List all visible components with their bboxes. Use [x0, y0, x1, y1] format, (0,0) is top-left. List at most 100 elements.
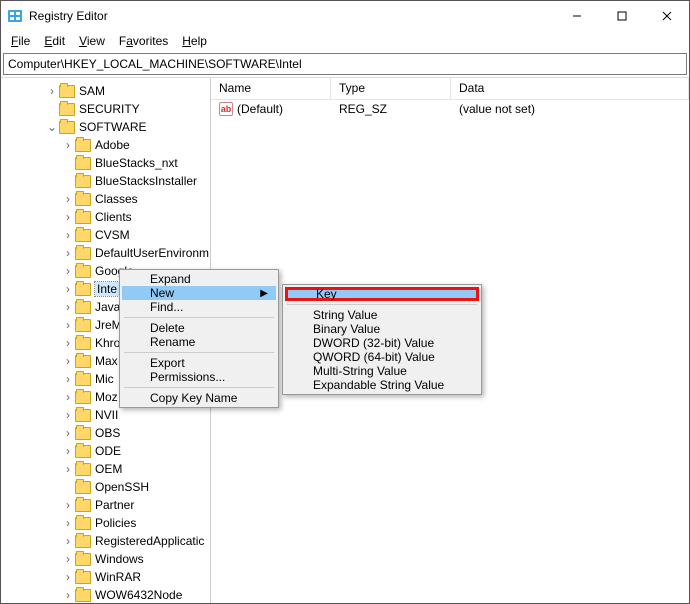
- column-type[interactable]: Type: [331, 78, 451, 99]
- folder-icon: [59, 121, 75, 134]
- submenu-string-value[interactable]: String Value: [285, 308, 479, 322]
- submenu-qword-value[interactable]: QWORD (64-bit) Value: [285, 350, 479, 364]
- chevron-right-icon[interactable]: ›: [61, 534, 75, 548]
- tree-node[interactable]: ›WOW6432Node: [3, 586, 210, 603]
- value-data: (value not set): [451, 102, 689, 116]
- chevron-right-icon[interactable]: ›: [61, 246, 75, 260]
- chevron-right-icon[interactable]: ›: [61, 588, 75, 602]
- separator: [287, 304, 477, 305]
- tree-node[interactable]: ›Windows: [3, 550, 210, 568]
- chevron-right-icon[interactable]: ›: [61, 516, 75, 530]
- tree-node[interactable]: ›RegisteredApplicatic: [3, 532, 210, 550]
- chevron-right-icon[interactable]: ›: [61, 372, 75, 386]
- titlebar: Registry Editor: [1, 1, 689, 31]
- folder-icon: [75, 445, 91, 458]
- tree-node[interactable]: ›OBS: [3, 424, 210, 442]
- ctx-new[interactable]: New▶: [122, 286, 276, 300]
- chevron-right-icon[interactable]: ›: [61, 570, 75, 584]
- menu-edit[interactable]: Edit: [38, 32, 71, 50]
- tree-node[interactable]: ›SAM: [3, 82, 210, 100]
- column-data[interactable]: Data: [451, 78, 689, 99]
- chevron-right-icon[interactable]: ›: [61, 300, 75, 314]
- context-menu: Expand New▶ Find... Delete Rename Export…: [119, 269, 279, 408]
- folder-icon: [75, 229, 91, 242]
- ctx-expand[interactable]: Expand: [122, 272, 276, 286]
- tree-node[interactable]: BlueStacks_nxt: [3, 154, 210, 172]
- ctx-export[interactable]: Export: [122, 356, 276, 370]
- folder-icon: [75, 517, 91, 530]
- chevron-right-icon[interactable]: ›: [61, 282, 75, 296]
- ctx-rename[interactable]: Rename: [122, 335, 276, 349]
- value-name: (Default): [237, 102, 283, 116]
- folder-icon: [75, 499, 91, 512]
- tree-node[interactable]: BlueStacksInstaller: [3, 172, 210, 190]
- folder-icon: [75, 283, 91, 296]
- folder-icon: [75, 373, 91, 386]
- ctx-copy-key-name[interactable]: Copy Key Name: [122, 391, 276, 405]
- chevron-right-icon[interactable]: ›: [61, 228, 75, 242]
- tree-node[interactable]: ›Partner: [3, 496, 210, 514]
- tree-node[interactable]: ›ODE: [3, 442, 210, 460]
- column-name[interactable]: Name: [211, 78, 331, 99]
- chevron-down-icon[interactable]: ⌄: [45, 120, 59, 134]
- chevron-right-icon[interactable]: ›: [61, 426, 75, 440]
- tree-node[interactable]: ›Classes: [3, 190, 210, 208]
- chevron-right-icon[interactable]: ›: [61, 138, 75, 152]
- minimize-button[interactable]: [554, 1, 599, 31]
- chevron-right-icon[interactable]: ›: [61, 336, 75, 350]
- tree-node[interactable]: ›WinRAR: [3, 568, 210, 586]
- submenu-binary-value[interactable]: Binary Value: [285, 322, 479, 336]
- folder-icon: [59, 85, 75, 98]
- list-row[interactable]: ab(Default) REG_SZ (value not set): [211, 100, 689, 118]
- chevron-right-icon[interactable]: ›: [61, 354, 75, 368]
- chevron-right-icon[interactable]: ›: [61, 462, 75, 476]
- tree-node[interactable]: ›CVSM: [3, 226, 210, 244]
- chevron-right-icon[interactable]: ›: [61, 444, 75, 458]
- tree-node[interactable]: ›DefaultUserEnvironm: [3, 244, 210, 262]
- separator: [124, 352, 274, 353]
- chevron-right-icon[interactable]: ›: [61, 390, 75, 404]
- folder-icon: [75, 355, 91, 368]
- chevron-right-icon: ▶: [260, 288, 268, 299]
- menu-favorites[interactable]: Favorites: [113, 32, 174, 50]
- tree-node[interactable]: ›OEM: [3, 460, 210, 478]
- chevron-right-icon[interactable]: ›: [61, 264, 75, 278]
- submenu-key[interactable]: Key: [285, 287, 479, 301]
- menubar: File Edit View Favorites Help: [1, 31, 689, 51]
- tree-node[interactable]: ›Policies: [3, 514, 210, 532]
- tree-node[interactable]: ›Adobe: [3, 136, 210, 154]
- chevron-right-icon[interactable]: ›: [61, 210, 75, 224]
- close-button[interactable]: [644, 1, 689, 31]
- submenu-dword-value[interactable]: DWORD (32-bit) Value: [285, 336, 479, 350]
- tree-node[interactable]: ⌄SOFTWARE: [3, 118, 210, 136]
- tree-node[interactable]: OpenSSH: [3, 478, 210, 496]
- folder-icon: [75, 427, 91, 440]
- string-value-icon: ab: [219, 102, 233, 116]
- chevron-right-icon[interactable]: ›: [61, 408, 75, 422]
- tree-node[interactable]: ›NVII: [3, 406, 210, 424]
- folder-icon: [75, 463, 91, 476]
- maximize-button[interactable]: [599, 1, 644, 31]
- chevron-right-icon[interactable]: ›: [61, 498, 75, 512]
- chevron-right-icon[interactable]: ›: [45, 84, 59, 98]
- ctx-find[interactable]: Find...: [122, 300, 276, 314]
- registry-editor-window: Registry Editor File Edit View Favorites…: [0, 0, 690, 604]
- chevron-right-icon[interactable]: ›: [61, 552, 75, 566]
- ctx-permissions[interactable]: Permissions...: [122, 370, 276, 384]
- tree-node[interactable]: ›Clients: [3, 208, 210, 226]
- submenu-multi-string-value[interactable]: Multi-String Value: [285, 364, 479, 378]
- menu-file[interactable]: File: [5, 32, 36, 50]
- tree-node[interactable]: SECURITY: [3, 100, 210, 118]
- folder-icon: [75, 175, 91, 188]
- submenu-expandable-string-value[interactable]: Expandable String Value: [285, 378, 479, 392]
- window-controls: [554, 1, 689, 31]
- folder-icon: [75, 319, 91, 332]
- menu-view[interactable]: View: [73, 32, 111, 50]
- separator: [124, 317, 274, 318]
- chevron-right-icon[interactable]: ›: [61, 192, 75, 206]
- menu-help[interactable]: Help: [176, 32, 213, 50]
- chevron-right-icon[interactable]: ›: [61, 318, 75, 332]
- folder-icon: [75, 139, 91, 152]
- address-bar[interactable]: Computer\HKEY_LOCAL_MACHINE\SOFTWARE\Int…: [3, 53, 687, 75]
- ctx-delete[interactable]: Delete: [122, 321, 276, 335]
